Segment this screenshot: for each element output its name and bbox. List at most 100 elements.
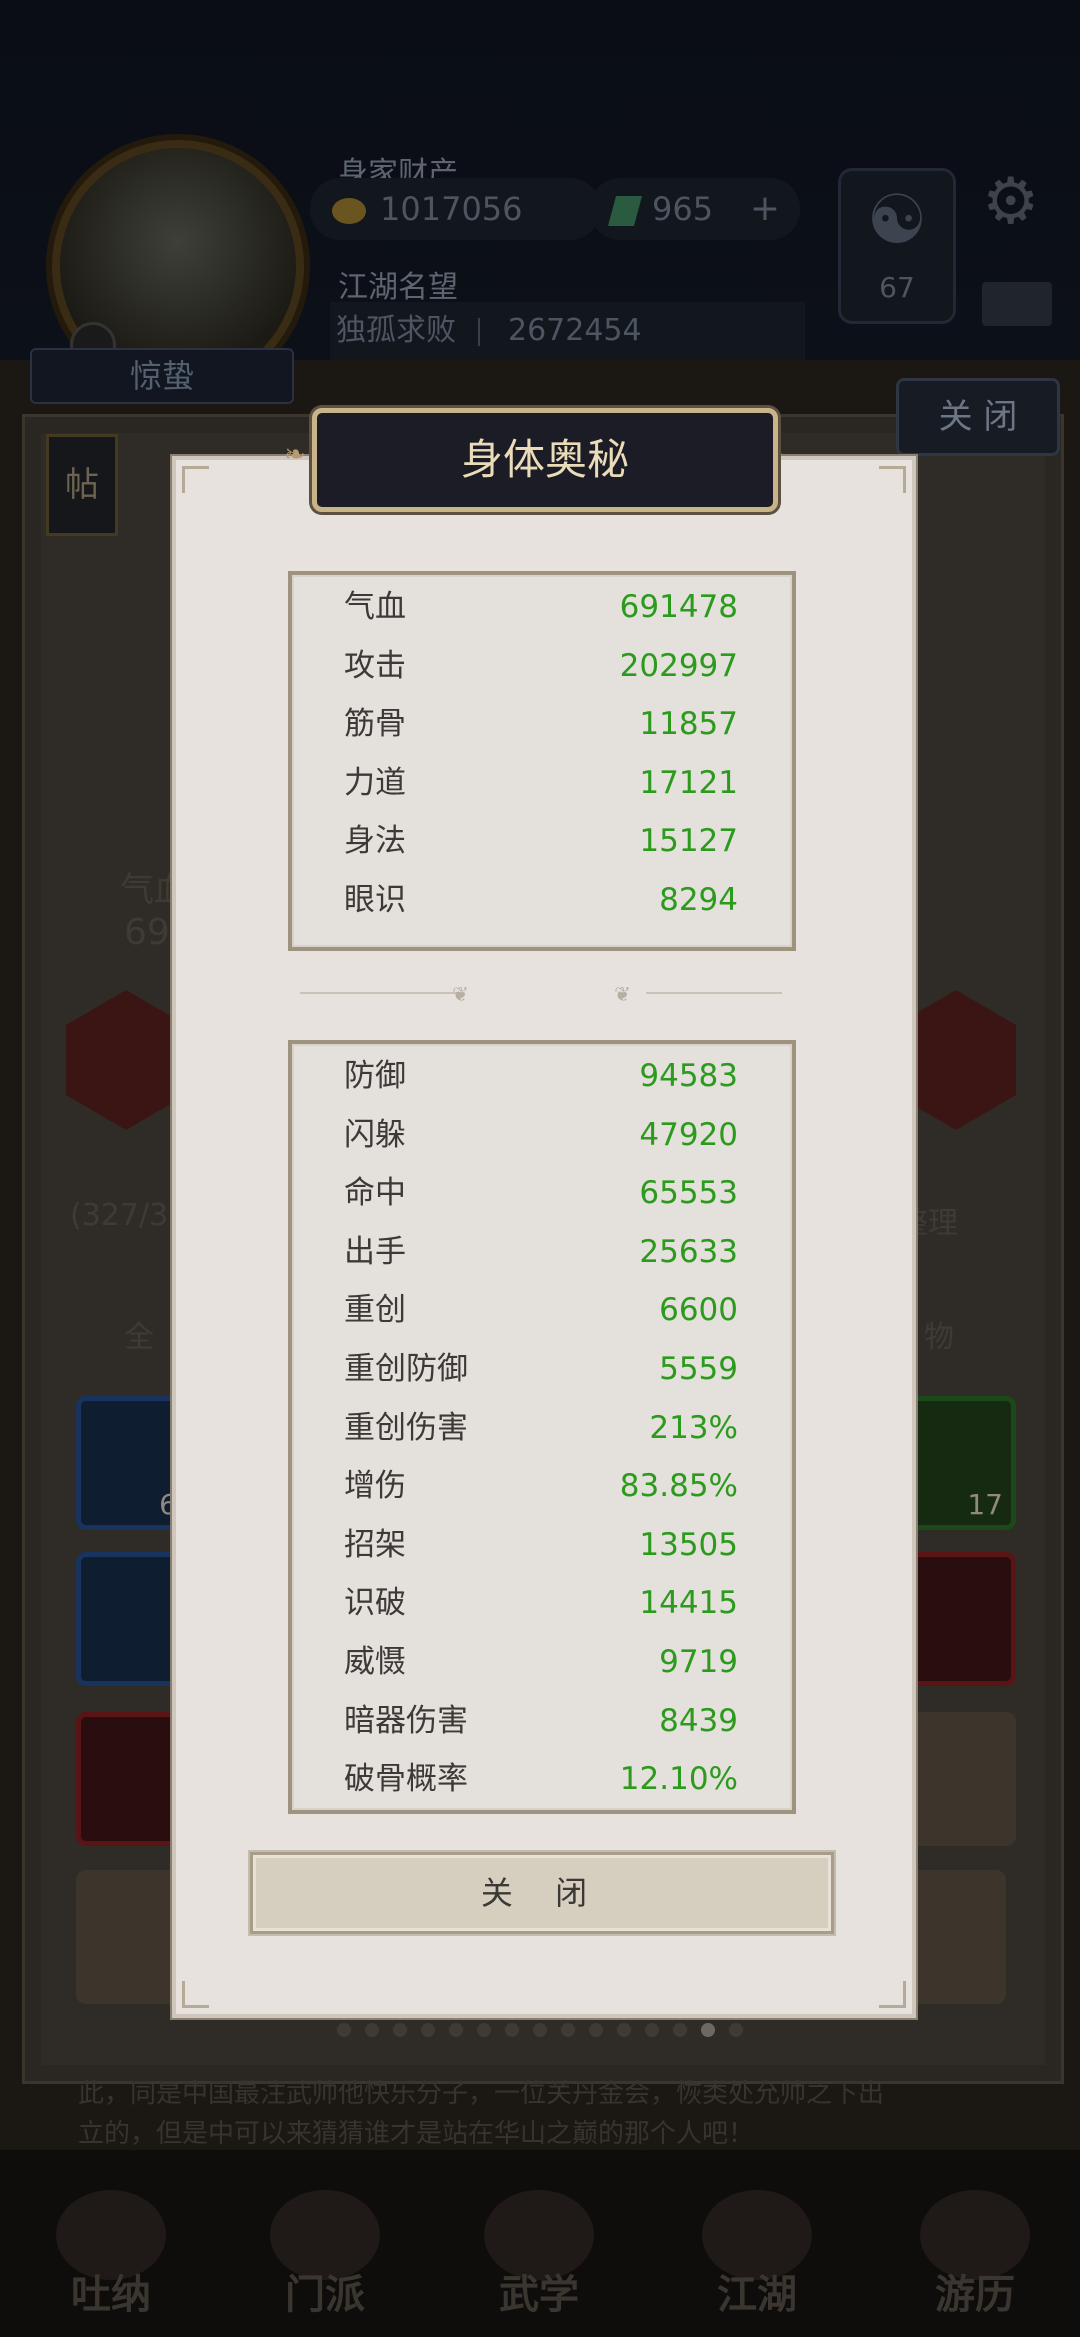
frame-corner: [182, 1981, 209, 2008]
gear-icon[interactable]: ⚙: [982, 170, 1046, 234]
scroll-line: 立的，但是中可以来猜猜谁才是站在华山之巅的那个人吧！: [78, 2119, 755, 2149]
stat-value: 8294: [659, 881, 738, 918]
stat-value: 14415: [639, 1585, 738, 1622]
scroll-line: 此，同是中国最注武帅他快乐分子，一位关丹金会，恢类处允帅之下出: [78, 2079, 885, 2109]
stat-name: 闪躲: [344, 1116, 406, 1153]
inventory-slot[interactable]: [902, 1552, 1016, 1686]
stat-value: 6600: [659, 1292, 738, 1329]
stat-value: 202997: [619, 647, 738, 684]
page-indicator: [330, 2022, 750, 2041]
stat-row: 防御 94583: [292, 1047, 792, 1106]
stat-name: 出手: [344, 1233, 406, 1270]
stat-name: 攻击: [344, 647, 406, 684]
advanced-stats-list: 防御 94583 闪躲 47920 命中 65553 出手 25633 重创 6600 重创防御 55…: [292, 1047, 792, 1809]
stat-name: 威慑: [344, 1643, 406, 1680]
stat-value: 8439: [659, 1702, 738, 1739]
mail-icon[interactable]: [982, 282, 1052, 326]
stat-name: 破骨概率: [344, 1761, 468, 1798]
basic-stats-box: 气血 691478 攻击 202997 筋骨 11857 力道 17121 身法 15127 眼识 8…: [288, 571, 796, 951]
stat-name: 命中: [344, 1175, 406, 1212]
stat-name: 暗器伤害: [344, 1702, 468, 1739]
gem-count: 965: [652, 190, 714, 228]
inventory-slot[interactable]: 17: [902, 1396, 1016, 1530]
stat-row: 眼识 8294: [292, 871, 792, 930]
item-count: 17: [967, 1488, 1003, 1521]
tab-all[interactable]: 全: [124, 1312, 154, 1356]
stat-name: 防御: [344, 1058, 406, 1094]
stat-row: 威慑 9719: [292, 1633, 792, 1692]
scroll-message: 此，同是中国最注武帅他快乐分子，一位关丹金会，恢类处允帅之下出 立的，但是中可以…: [78, 2074, 1008, 2154]
stat-row: 增伤 83.85%: [292, 1457, 792, 1516]
stat-value: 13505: [639, 1526, 738, 1563]
stat-name: 重创: [344, 1292, 406, 1329]
stat-name: 重创防御: [344, 1350, 468, 1387]
page-dot: [365, 2023, 379, 2037]
taiji-icon: ☯: [866, 181, 928, 260]
tab-label: 吐纳: [71, 2272, 151, 2318]
stat-name: 眼识: [344, 881, 406, 918]
page-dot: [449, 2023, 463, 2037]
page-dot: [505, 2023, 519, 2037]
divider-ornament-right: ❦: [614, 982, 631, 1006]
stat-value: 11857: [639, 706, 738, 743]
fame-separator: [478, 317, 480, 346]
stat-value: 17121: [639, 764, 738, 801]
stat-name: 筋骨: [344, 706, 406, 743]
page-dot: [673, 2023, 687, 2037]
stat-name: 身法: [344, 823, 406, 860]
page-dot: [533, 2023, 547, 2037]
tab-tuna[interactable]: 吐纳: [36, 2190, 186, 2320]
stat-value: 5559: [659, 1350, 738, 1387]
advanced-stats-box[interactable]: 防御 94583 闪躲 47920 命中 65553 出手 25633 重创 6600 重创防御 55…: [288, 1040, 796, 1814]
divider-ornament-left: ❦: [452, 982, 469, 1006]
invite-button[interactable]: 帖: [46, 434, 118, 536]
page-dot: [477, 2023, 491, 2037]
stat-name: 招架: [344, 1526, 406, 1563]
stat-value: 691478: [619, 589, 738, 625]
frame-corner: [182, 466, 209, 493]
panel-close-button[interactable]: 关 闭: [896, 378, 1060, 456]
stat-name: 气血: [344, 589, 406, 625]
stat-row: 力道 17121: [292, 754, 792, 813]
player-nickname: 惊蛰: [30, 348, 294, 404]
stat-name: 重创伤害: [344, 1409, 468, 1446]
close-button[interactable]: 关 闭: [250, 1852, 834, 1934]
page-dot: [421, 2023, 435, 2037]
stat-row: 暗器伤害 8439: [292, 1692, 792, 1751]
page-dot: [729, 2023, 743, 2037]
fame-bar: 独孤求败 2672454: [330, 302, 805, 360]
stat-value: 47920: [639, 1116, 738, 1153]
fame-value: 2672454: [508, 313, 642, 348]
gem-icon: [607, 196, 643, 226]
tab-label: 门派: [285, 2272, 365, 2318]
page-dot: [393, 2023, 407, 2037]
stat-row: 闪躲 47920: [292, 1106, 792, 1165]
tab-label: 江湖: [717, 2272, 797, 2318]
tab-travel[interactable]: 游历: [900, 2190, 1050, 2320]
dialog-title: 身体奥秘: [312, 408, 778, 512]
stat-row: 重创防御 5559: [292, 1340, 792, 1399]
page-dot: [589, 2023, 603, 2037]
level-badge[interactable]: ☯ 67: [838, 168, 956, 324]
tab-label: 武学: [499, 2272, 579, 2318]
stat-row: 筋骨 11857: [292, 695, 792, 754]
page-dot: [617, 2023, 631, 2037]
tab-sect[interactable]: 门派: [250, 2190, 400, 2320]
tab-martial[interactable]: 武学: [464, 2190, 614, 2320]
page-dot-active: [701, 2023, 715, 2037]
basic-stats-list: 气血 691478 攻击 202997 筋骨 11857 力道 17121 身法 15127 眼识 8…: [292, 578, 792, 930]
page-dot: [337, 2023, 351, 2037]
tab-jianghu[interactable]: 江湖: [682, 2190, 832, 2320]
gem-bar: 965 +: [590, 178, 800, 240]
frame-corner: [879, 466, 906, 493]
inventory-slot[interactable]: [902, 1712, 1016, 1846]
add-gems-button[interactable]: +: [750, 178, 780, 240]
coin-count: 1017056: [380, 190, 523, 228]
coin-bar: 1017056: [310, 178, 600, 240]
stat-value: 25633: [639, 1233, 738, 1270]
stat-row: 重创伤害 213%: [292, 1399, 792, 1458]
stat-row: 命中 65553: [292, 1164, 792, 1223]
stat-name: 识破: [344, 1585, 406, 1622]
tab-items[interactable]: 物: [924, 1312, 954, 1356]
stat-row: 招架 13505: [292, 1516, 792, 1575]
